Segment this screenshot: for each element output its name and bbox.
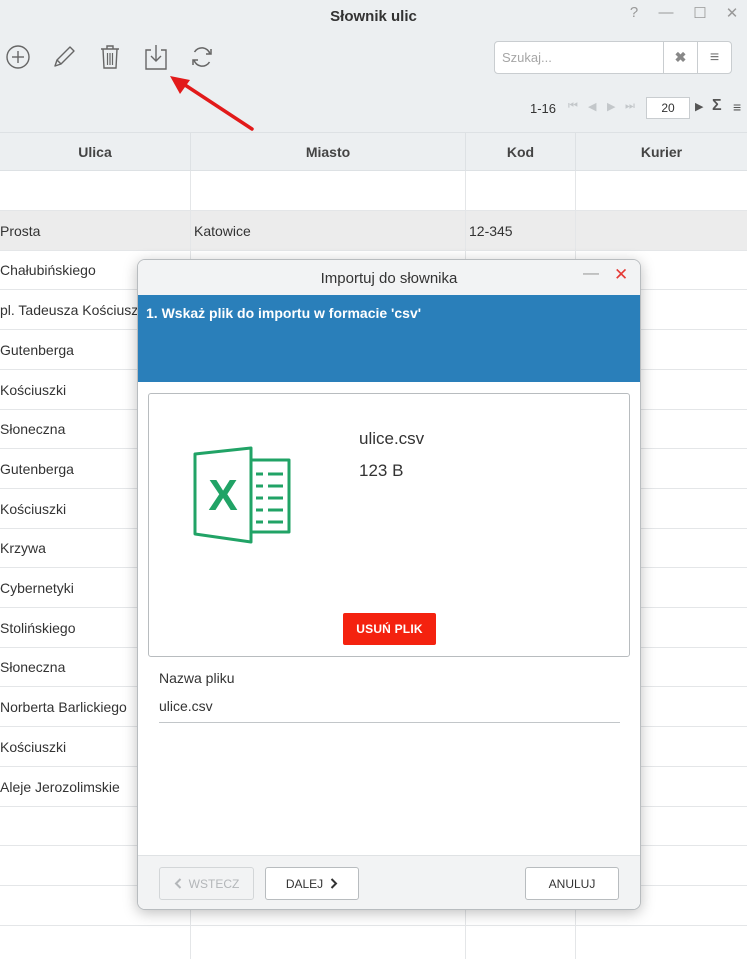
dialog-title: Importuj do słownika	[320, 270, 458, 287]
table-row[interactable]: Prosta Katowice 12-345	[0, 210, 747, 251]
minimize-button[interactable]: —	[656, 4, 676, 21]
dialog-close-button[interactable]: ✕	[614, 265, 628, 285]
refresh-button[interactable]	[187, 42, 217, 72]
next-page-disabled-icon[interactable]: ▶	[607, 100, 615, 113]
chevron-right-icon	[330, 878, 338, 889]
cell-ulica	[0, 925, 190, 959]
annotation-arrow-icon	[170, 76, 254, 131]
table-row[interactable]	[0, 925, 747, 959]
cell-ulica	[0, 171, 190, 211]
last-page-icon[interactable]: ⏭	[625, 100, 635, 113]
wizard-step-title: 1. Wskaż plik do importu w formacie 'csv…	[146, 305, 422, 321]
excel-file-icon: X	[193, 446, 291, 544]
refresh-icon	[192, 47, 212, 67]
filename-label: Nazwa pliku	[159, 670, 235, 686]
window-titlebar: Słownik ulic ? — ☐ ✕ ✖ ≡ 1-16 ⏮ ◀ ▶ ⏭ 20…	[0, 0, 747, 132]
page-size-input[interactable]: 20	[646, 97, 690, 119]
edit-icon	[54, 46, 75, 67]
add-button[interactable]	[3, 42, 33, 72]
cell-kod	[469, 171, 574, 211]
cancel-button[interactable]: ANULUJ	[525, 867, 619, 900]
maximize-button[interactable]: ☐	[690, 4, 710, 22]
grid-menu-icon[interactable]: ≡	[733, 99, 741, 115]
chevron-left-icon	[174, 878, 181, 889]
trash-icon	[101, 45, 119, 69]
next-button[interactable]: DALEJ	[265, 867, 359, 900]
column-header-ulica[interactable]: Ulica	[0, 133, 191, 171]
table-row[interactable]	[0, 171, 747, 211]
svg-text:X: X	[208, 471, 237, 520]
dialog-header: Importuj do słownika — ✕	[138, 260, 640, 295]
cell-kod: 12-345	[469, 222, 513, 239]
file-name: ulice.csv	[359, 429, 425, 448]
first-page-icon[interactable]: ⏮	[568, 100, 578, 113]
add-icon	[6, 45, 30, 69]
wizard-step-banner: 1. Wskaż plik do importu w formacie 'csv…	[138, 295, 640, 382]
grid-header: Ulica Miasto Kod Kurier	[0, 132, 747, 171]
import-dialog: Importuj do słownika — ✕ 1. Wskaż plik d…	[137, 259, 641, 910]
search-box: ✖ ≡	[494, 41, 732, 74]
cell-miasto	[194, 925, 464, 959]
import-button[interactable]	[141, 42, 171, 72]
search-input[interactable]	[495, 42, 663, 73]
next-button-label: DALEJ	[285, 876, 324, 891]
cell-miasto: Katowice	[194, 222, 251, 239]
column-header-kurier[interactable]: Kurier	[576, 133, 747, 171]
dialog-minimize-button[interactable]: —	[583, 265, 599, 283]
prev-page-icon[interactable]: ◀	[588, 100, 596, 113]
help-button[interactable]: ?	[624, 4, 644, 21]
file-panel: X ulice.csv 123 B USUŃ PLIK	[148, 393, 630, 657]
close-window-button[interactable]: ✕	[722, 4, 742, 22]
dialog-footer: WSTECZ DALEJ ANULUJ	[138, 855, 640, 909]
next-page-icon[interactable]: ▶	[695, 100, 703, 113]
remove-file-button[interactable]: USUŃ PLIK	[343, 613, 436, 645]
pager-range: 1-16	[530, 101, 557, 116]
file-size: 123 B	[359, 461, 404, 480]
cell-kod	[469, 925, 574, 959]
filename-field[interactable]: ulice.csv	[159, 698, 620, 723]
column-header-kod[interactable]: Kod	[466, 133, 576, 171]
sum-icon[interactable]: Σ	[712, 97, 722, 115]
back-button-label: WSTECZ	[188, 876, 240, 891]
search-menu-button[interactable]: ≡	[697, 42, 731, 73]
back-button[interactable]: WSTECZ	[159, 867, 254, 900]
delete-button[interactable]	[95, 42, 125, 72]
cell-miasto	[194, 171, 464, 211]
search-clear-button[interactable]: ✖	[663, 42, 697, 73]
edit-button[interactable]	[49, 42, 79, 72]
cell-ulica: Prosta	[0, 222, 41, 239]
column-header-miasto[interactable]: Miasto	[191, 133, 466, 171]
import-icon	[145, 45, 167, 70]
